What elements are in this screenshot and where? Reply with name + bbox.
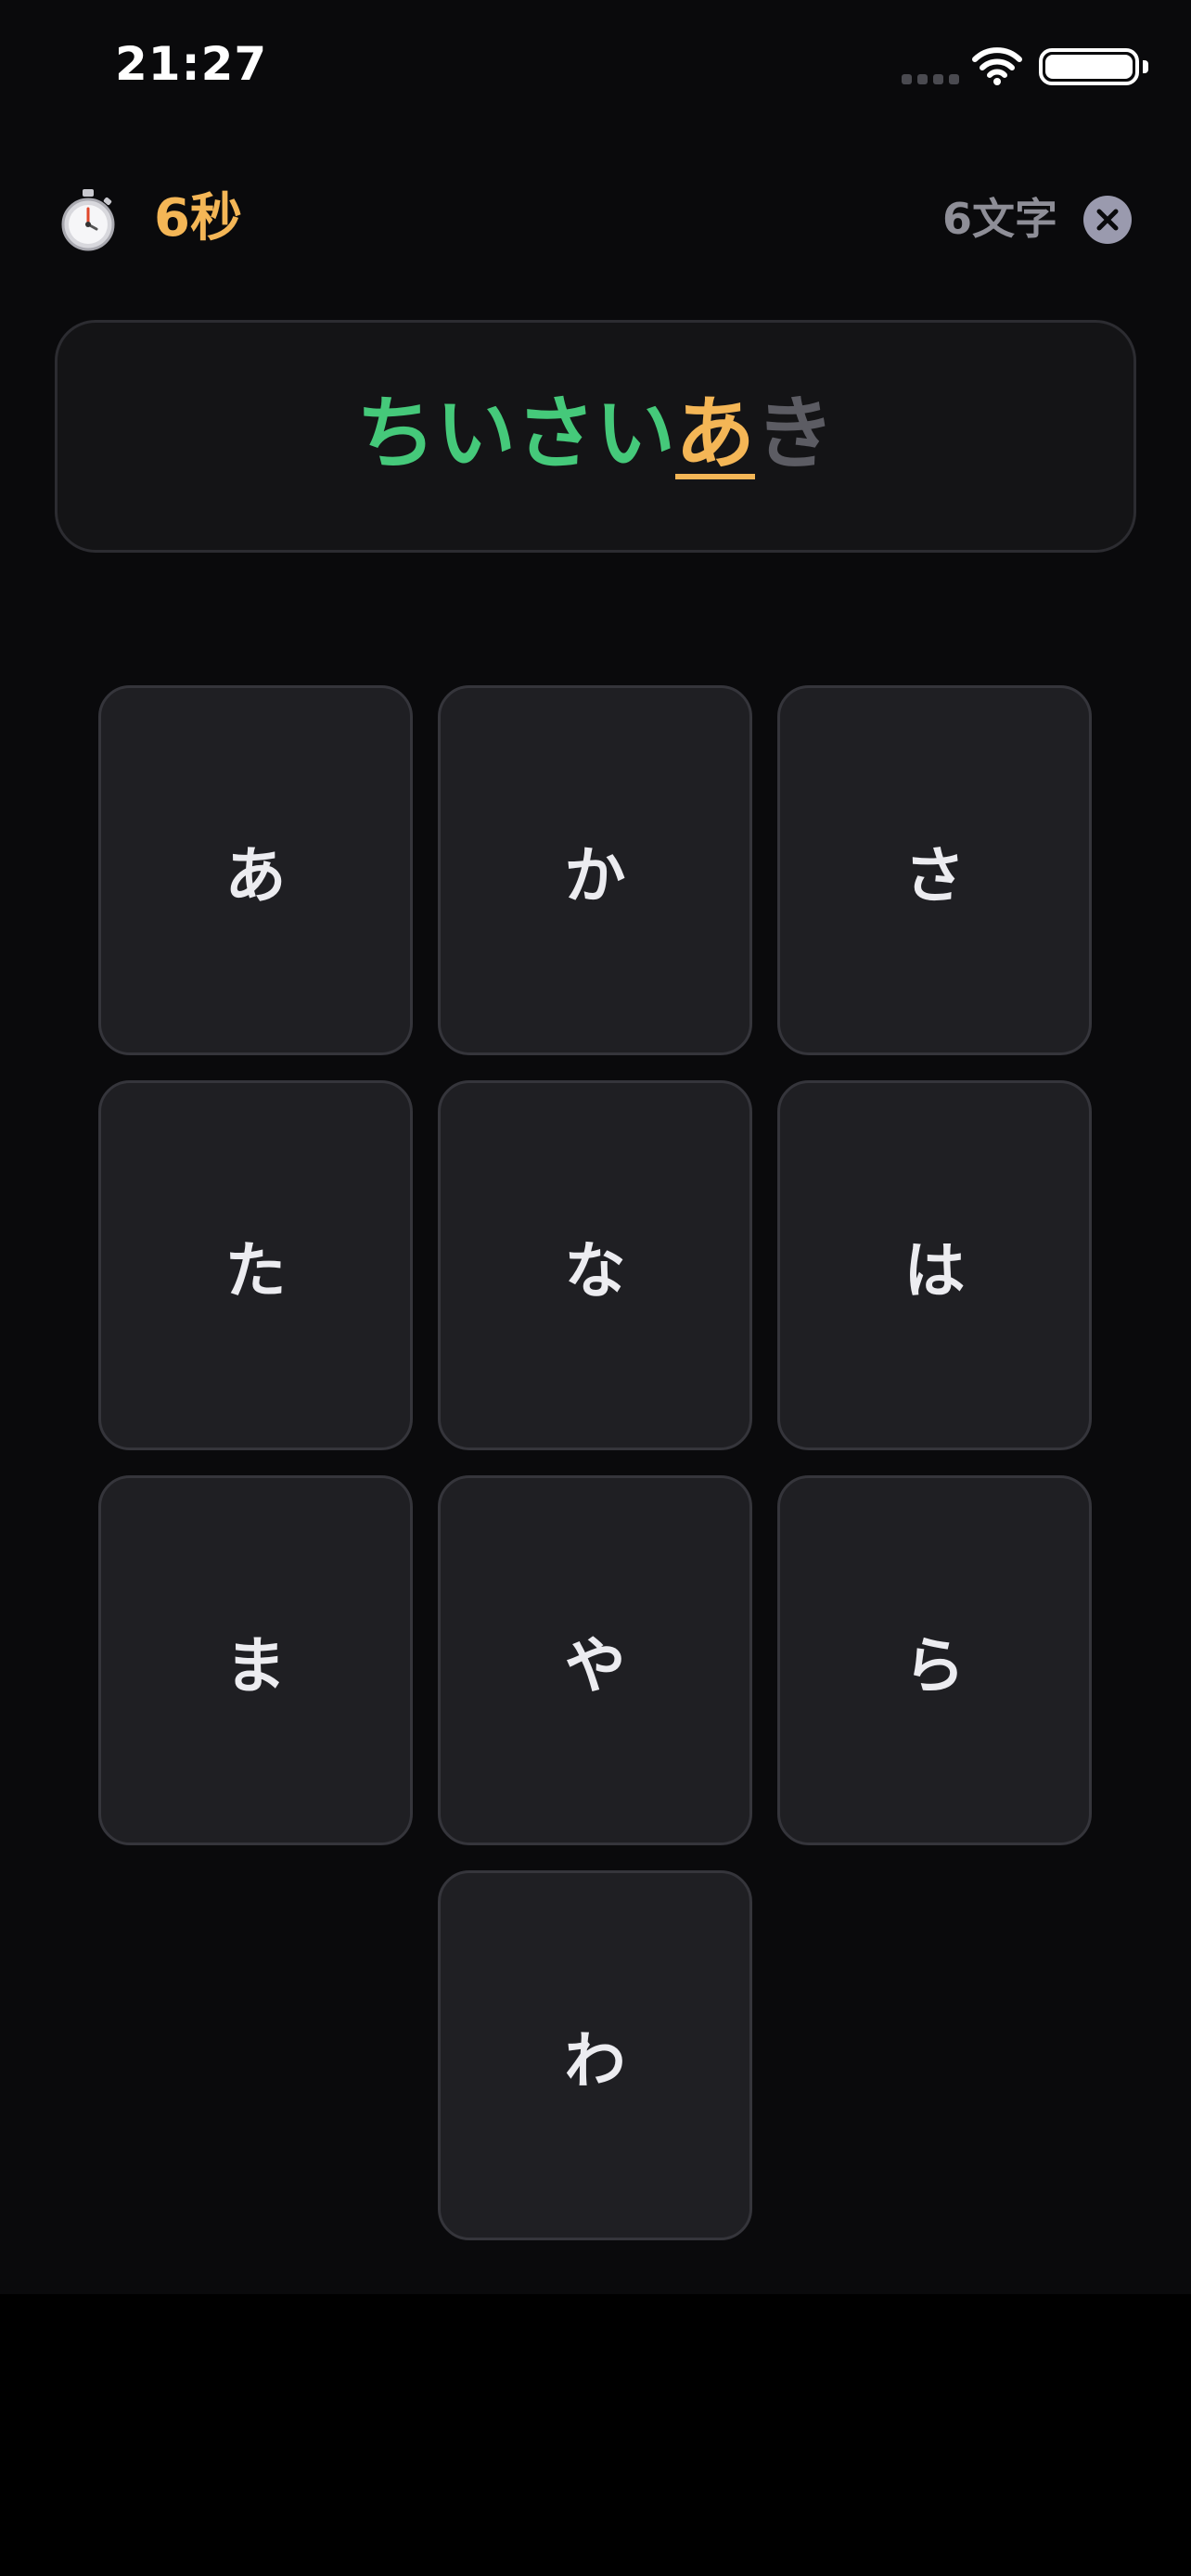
key-ma[interactable]: ま	[98, 1475, 413, 1845]
key-ta[interactable]: た	[98, 1080, 413, 1450]
pending-characters: き	[755, 387, 835, 480]
key-ha[interactable]: は	[777, 1080, 1092, 1450]
key-ra[interactable]: ら	[777, 1475, 1092, 1845]
cellular-signal-icon	[902, 74, 959, 84]
battery-icon	[1039, 48, 1148, 85]
key-na[interactable]: な	[438, 1080, 752, 1450]
key-ya[interactable]: や	[438, 1475, 752, 1845]
key-ka[interactable]: か	[438, 685, 752, 1055]
word-card: ちいさい あ き	[55, 320, 1136, 553]
current-character: あ	[675, 387, 755, 480]
close-button[interactable]	[1083, 196, 1132, 244]
app-screen: 21:27 6秒 6文字 ちいさい あ き あ か さ た な は ま や ら …	[0, 0, 1191, 2294]
typed-characters: ちいさい	[356, 387, 675, 480]
timer-value: 6秒	[154, 188, 242, 249]
stopwatch-icon	[61, 189, 115, 251]
character-count: 6文字	[941, 194, 1057, 244]
status-time: 21:27	[115, 37, 268, 91]
key-a[interactable]: あ	[98, 685, 413, 1055]
target-word: ちいさい あ き	[356, 394, 835, 479]
close-icon	[1096, 209, 1119, 231]
key-wa[interactable]: わ	[438, 1870, 752, 2240]
key-sa[interactable]: さ	[777, 685, 1092, 1055]
wifi-icon	[972, 47, 1022, 85]
